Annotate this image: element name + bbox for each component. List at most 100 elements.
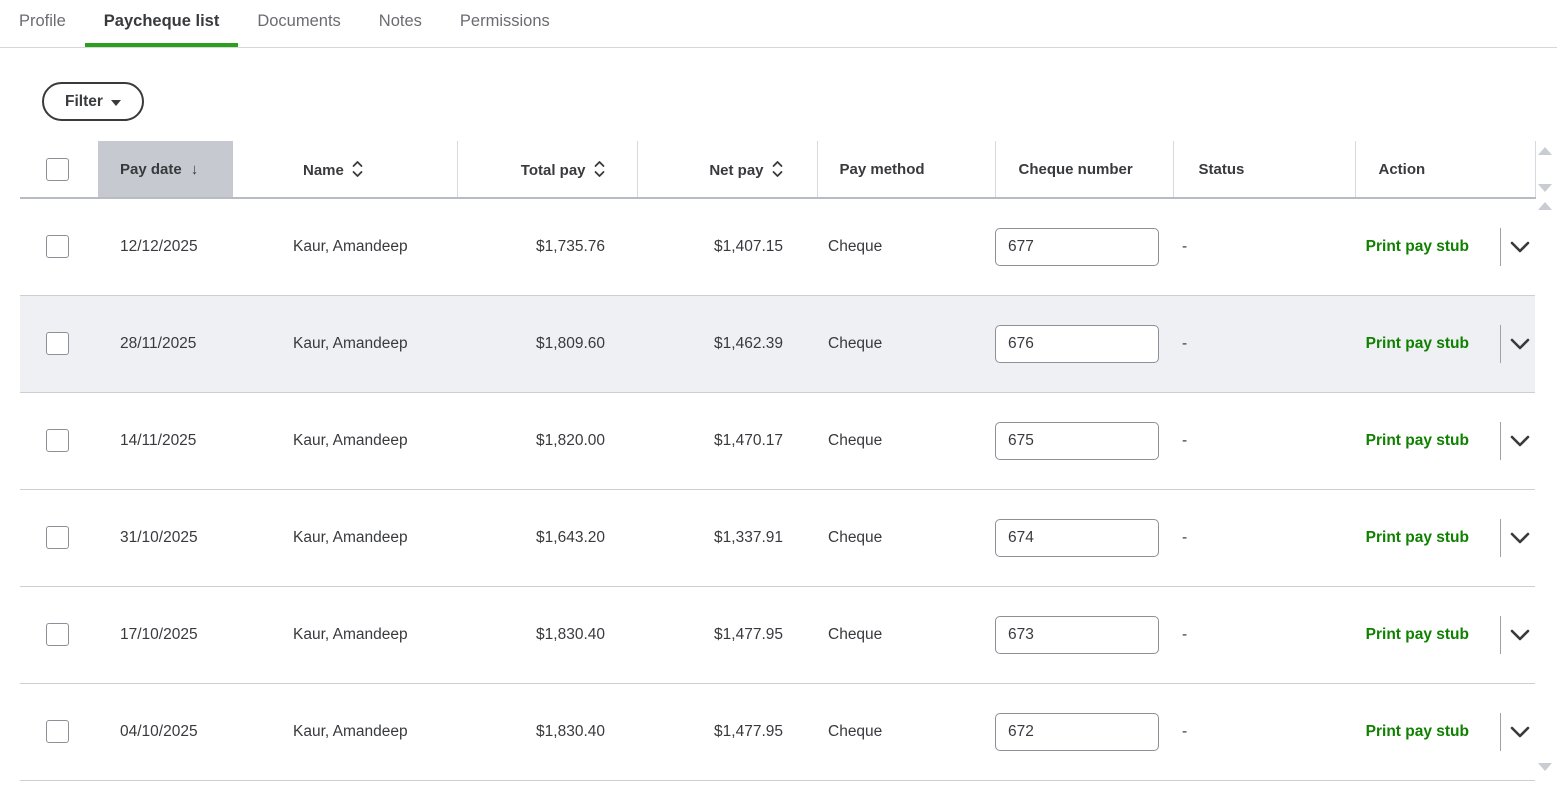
cheque-number-input[interactable]: [995, 519, 1159, 557]
sort-toggle-icon: [352, 160, 363, 178]
row-checkbox[interactable]: [46, 720, 69, 743]
tab-documents[interactable]: Documents: [238, 0, 359, 47]
cheque-number-input[interactable]: [995, 713, 1159, 751]
table-header-row: Pay date ↓ Name Total pay Net pay Pay met…: [20, 141, 1535, 198]
cheque-number-input[interactable]: [995, 616, 1159, 654]
table-row: 12/12/2025 Kaur, Amandeep $1,735.76 $1,4…: [20, 198, 1535, 295]
toolbar: Filter: [0, 48, 1557, 141]
scroll-down-icon[interactable]: [1538, 184, 1552, 192]
pay-date-cell: 04/10/2025: [98, 683, 233, 780]
row-expand-button[interactable]: [1510, 532, 1530, 544]
pay-date-cell: 28/11/2025: [98, 295, 233, 392]
chevron-down-icon: [1510, 241, 1530, 253]
total-pay-cell: $1,830.40: [457, 683, 637, 780]
total-pay-cell: $1,735.76: [457, 198, 637, 295]
tab-paycheque-list[interactable]: Paycheque list: [85, 0, 239, 47]
scroll-up-icon[interactable]: [1538, 147, 1552, 155]
name-cell: Kaur, Amandeep: [233, 489, 457, 586]
sort-descending-icon: ↓: [191, 161, 199, 178]
column-header-label: Total pay: [521, 162, 586, 179]
column-header-label: Net pay: [709, 162, 763, 179]
pay-date-cell: 12/12/2025: [98, 198, 233, 295]
pay-method-cell: Cheque: [817, 683, 995, 780]
column-header-total-pay[interactable]: Total pay: [457, 141, 637, 198]
column-header-name[interactable]: Name: [233, 141, 457, 198]
action-divider: [1500, 616, 1501, 654]
filter-button-label: Filter: [65, 93, 103, 111]
filter-button[interactable]: Filter: [42, 82, 144, 121]
print-pay-stub-link[interactable]: Print pay stub: [1366, 626, 1469, 644]
status-cell: -: [1173, 489, 1355, 586]
action-divider: [1500, 228, 1501, 266]
net-pay-cell: $1,477.95: [637, 683, 817, 780]
pay-date-cell: 14/11/2025: [98, 392, 233, 489]
net-pay-cell: $1,462.39: [637, 295, 817, 392]
print-pay-stub-link[interactable]: Print pay stub: [1366, 432, 1469, 450]
pay-method-cell: Cheque: [817, 489, 995, 586]
row-checkbox[interactable]: [46, 429, 69, 452]
action-divider: [1500, 519, 1501, 557]
name-cell: Kaur, Amandeep: [233, 295, 457, 392]
total-pay-cell: $1,643.20: [457, 489, 637, 586]
net-pay-cell: $1,337.91: [637, 489, 817, 586]
row-checkbox[interactable]: [46, 332, 69, 355]
net-pay-cell: $1,407.15: [637, 198, 817, 295]
sort-toggle-icon: [594, 160, 605, 178]
pay-method-cell: Cheque: [817, 198, 995, 295]
status-cell: -: [1173, 586, 1355, 683]
total-pay-cell: $1,809.60: [457, 295, 637, 392]
scroll-down-icon[interactable]: [1538, 763, 1552, 771]
pay-date-cell: 17/10/2025: [98, 586, 233, 683]
row-expand-button[interactable]: [1510, 629, 1530, 641]
tab-notes[interactable]: Notes: [360, 0, 441, 47]
chevron-down-icon: [1510, 532, 1530, 544]
scroll-up-icon[interactable]: [1538, 202, 1552, 210]
chevron-down-icon: [1510, 338, 1530, 350]
row-checkbox[interactable]: [46, 526, 69, 549]
column-header-net-pay[interactable]: Net pay: [637, 141, 817, 198]
net-pay-cell: $1,477.95: [637, 586, 817, 683]
table-row: 31/10/2025 Kaur, Amandeep $1,643.20 $1,3…: [20, 489, 1535, 586]
status-cell: -: [1173, 683, 1355, 780]
row-expand-button[interactable]: [1510, 338, 1530, 350]
pay-method-cell: Cheque: [817, 392, 995, 489]
tab-bar: Profile Paycheque list Documents Notes P…: [0, 0, 1557, 48]
column-header-pay-date[interactable]: Pay date ↓: [98, 141, 233, 198]
table-row: 28/11/2025 Kaur, Amandeep $1,809.60 $1,4…: [20, 295, 1535, 392]
row-expand-button[interactable]: [1510, 241, 1530, 253]
action-divider: [1500, 325, 1501, 363]
cheque-number-input[interactable]: [995, 325, 1159, 363]
paycheque-table: Pay date ↓ Name Total pay Net pay Pay met…: [20, 141, 1536, 781]
status-cell: -: [1173, 198, 1355, 295]
print-pay-stub-link[interactable]: Print pay stub: [1366, 335, 1469, 353]
select-all-checkbox[interactable]: [46, 158, 69, 181]
sort-toggle-icon: [772, 160, 783, 178]
column-header-cheque-number: Cheque number: [995, 141, 1173, 198]
row-checkbox[interactable]: [46, 235, 69, 258]
column-header-action: Action: [1355, 141, 1535, 198]
net-pay-cell: $1,470.17: [637, 392, 817, 489]
name-cell: Kaur, Amandeep: [233, 683, 457, 780]
tab-permissions[interactable]: Permissions: [441, 0, 569, 47]
cheque-number-input[interactable]: [995, 422, 1159, 460]
column-header-label: Pay date: [120, 161, 182, 178]
cheque-number-input[interactable]: [995, 228, 1159, 266]
chevron-down-icon: [1510, 726, 1530, 738]
print-pay-stub-link[interactable]: Print pay stub: [1366, 723, 1469, 741]
row-expand-button[interactable]: [1510, 726, 1530, 738]
column-header-pay-method: Pay method: [817, 141, 995, 198]
name-cell: Kaur, Amandeep: [233, 392, 457, 489]
row-expand-button[interactable]: [1510, 435, 1530, 447]
print-pay-stub-link[interactable]: Print pay stub: [1366, 238, 1469, 256]
table-row: 04/10/2025 Kaur, Amandeep $1,830.40 $1,4…: [20, 683, 1535, 780]
table-row: 17/10/2025 Kaur, Amandeep $1,830.40 $1,4…: [20, 586, 1535, 683]
print-pay-stub-link[interactable]: Print pay stub: [1366, 529, 1469, 547]
status-cell: -: [1173, 295, 1355, 392]
tab-profile[interactable]: Profile: [0, 0, 85, 47]
pay-date-cell: 31/10/2025: [98, 489, 233, 586]
status-cell: -: [1173, 392, 1355, 489]
chevron-down-icon: [1510, 629, 1530, 641]
column-header-label: Name: [303, 162, 344, 179]
row-checkbox[interactable]: [46, 623, 69, 646]
column-header-status: Status: [1173, 141, 1355, 198]
